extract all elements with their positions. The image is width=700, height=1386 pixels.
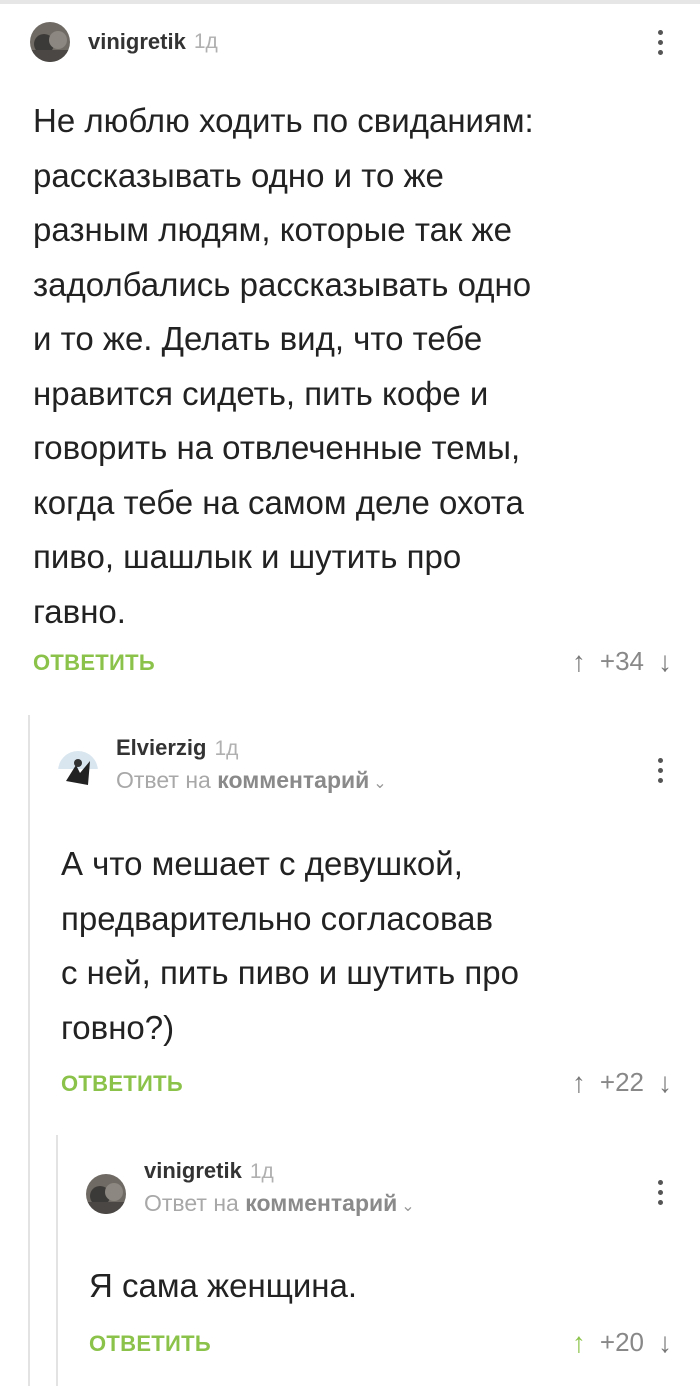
reply-button[interactable]: ОТВЕТИТЬ bbox=[89, 1331, 211, 1357]
comment-time: 1д bbox=[193, 30, 218, 53]
vote-controls: ↑ +20 ↓ bbox=[572, 1327, 672, 1358]
username[interactable]: Elvierzig bbox=[116, 735, 206, 761]
comment-text: Не люблю ходить по свиданиям: рассказыва… bbox=[33, 102, 534, 630]
reply-to-target: комментарий bbox=[217, 767, 370, 793]
arrow-up-icon[interactable]: ↑ bbox=[572, 1068, 586, 1097]
score: +22 bbox=[599, 1067, 644, 1097]
reply-to-prefix: Ответ на bbox=[144, 1190, 239, 1216]
more-vertical-icon[interactable] bbox=[655, 1180, 665, 1205]
vote-controls: ↑ +34 ↓ bbox=[572, 646, 672, 677]
comment-header: Elvierzig 1д Ответ на комментарий ⌄ bbox=[58, 735, 387, 794]
thread-line bbox=[28, 715, 30, 1386]
arrow-down-icon[interactable]: ↓ bbox=[658, 647, 672, 676]
vote-controls: ↑ +22 ↓ bbox=[572, 1067, 672, 1098]
comment-header: vinigretik 1д Ответ на комментарий ⌄ bbox=[86, 1158, 415, 1217]
comment-text: А что мешает с девушкой, предварительно … bbox=[61, 845, 519, 1046]
avatar[interactable] bbox=[58, 751, 98, 791]
avatar[interactable] bbox=[30, 22, 70, 62]
arrow-down-icon[interactable]: ↓ bbox=[658, 1068, 672, 1097]
reply-to-target: комментарий bbox=[245, 1190, 398, 1216]
reply-button[interactable]: ОТВЕТИТЬ bbox=[61, 1071, 183, 1097]
score: +34 bbox=[599, 646, 644, 676]
avatar[interactable] bbox=[86, 1174, 126, 1214]
reply-to-link[interactable]: Ответ на комментарий ⌄ bbox=[144, 1190, 415, 1217]
reply-to-link[interactable]: Ответ на комментарий ⌄ bbox=[116, 767, 387, 794]
more-vertical-icon[interactable] bbox=[655, 30, 665, 55]
arrow-up-icon[interactable]: ↑ bbox=[572, 647, 586, 676]
comment-header: vinigretik 1д bbox=[30, 22, 218, 62]
username[interactable]: vinigretik bbox=[88, 29, 186, 55]
comment-time: 1д bbox=[214, 737, 239, 760]
arrow-up-icon[interactable]: ↑ bbox=[572, 1328, 586, 1357]
chevron-down-icon: ⌄ bbox=[373, 775, 387, 792]
arrow-down-icon[interactable]: ↓ bbox=[658, 1328, 672, 1357]
reply-button[interactable]: ОТВЕТИТЬ bbox=[33, 650, 155, 676]
comment-text: Я сама женщина. bbox=[89, 1267, 358, 1304]
top-divider bbox=[0, 0, 700, 4]
reply-to-prefix: Ответ на bbox=[116, 767, 211, 793]
thread-line bbox=[56, 1135, 58, 1386]
more-vertical-icon[interactable] bbox=[655, 758, 665, 783]
username[interactable]: vinigretik bbox=[144, 1158, 242, 1184]
chevron-down-icon: ⌄ bbox=[401, 1198, 415, 1215]
comment-time: 1д bbox=[249, 1160, 274, 1183]
score: +20 bbox=[599, 1327, 644, 1357]
